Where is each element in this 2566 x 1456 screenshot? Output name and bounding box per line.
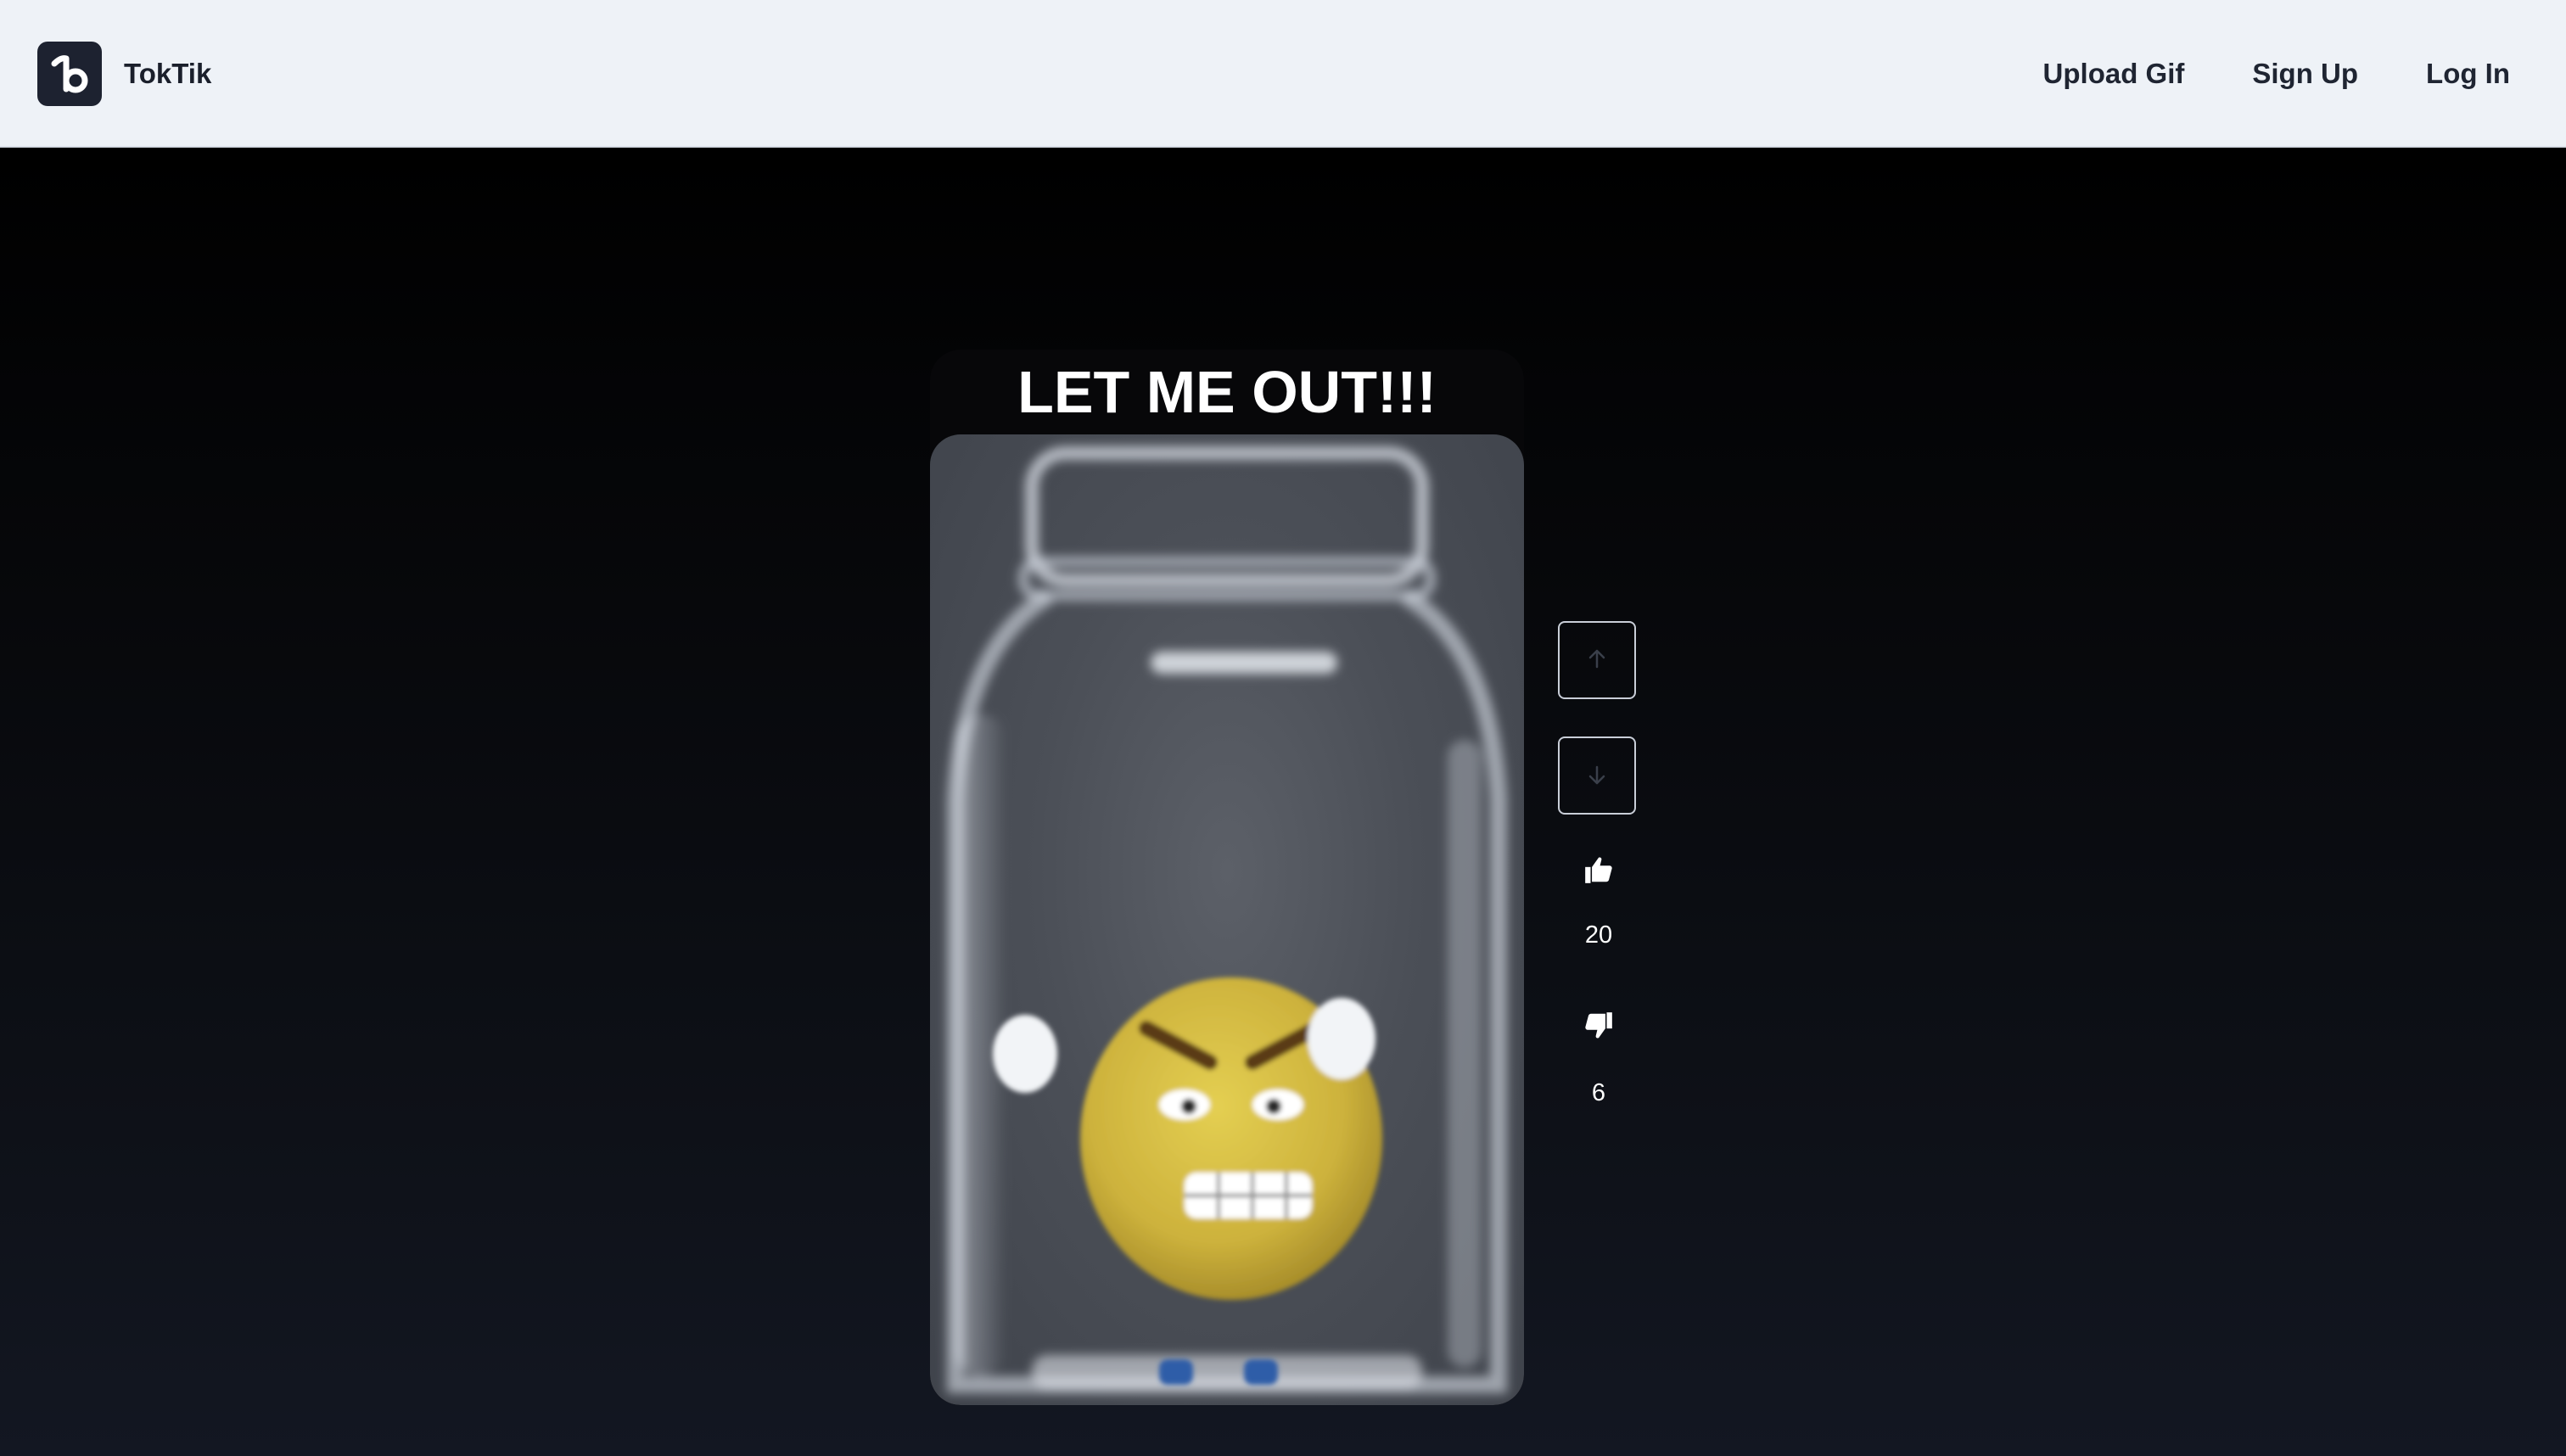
dislike-button[interactable] — [1558, 1008, 1639, 1047]
thumbs-up-icon — [1583, 854, 1615, 890]
post-title: LET ME OUT!!! — [1017, 359, 1437, 425]
top-navbar: TokTik Upload Gif Sign Up Log In — [0, 0, 2566, 148]
sign-up-link[interactable]: Sign Up — [2252, 58, 2358, 90]
like-count: 20 — [1584, 921, 1613, 949]
like-button[interactable] — [1558, 852, 1639, 891]
page: TokTik Upload Gif Sign Up Log In LET ME … — [0, 0, 2566, 1456]
upload-gif-link[interactable]: Upload Gif — [2043, 58, 2185, 90]
log-in-link[interactable]: Log In — [2426, 58, 2510, 90]
next-gif-button[interactable] — [1558, 736, 1636, 815]
brand-home-link[interactable]: TokTik — [37, 41, 211, 107]
gif-post-card: LET ME OUT!!! — [930, 350, 1524, 1405]
thumbs-down-icon — [1583, 1010, 1615, 1046]
dislike-count: 6 — [1591, 1079, 1606, 1106]
header-nav: Upload Gif Sign Up Log In — [2043, 41, 2510, 107]
arrow-down-icon — [1584, 762, 1610, 790]
gif-image — [930, 434, 1524, 1405]
toktik-logo-icon — [37, 42, 102, 106]
feed-stage: LET ME OUT!!! 20 6 — [0, 148, 2566, 1456]
previous-gif-button[interactable] — [1558, 621, 1636, 699]
brand-name: TokTik — [124, 58, 212, 89]
arrow-up-icon — [1584, 647, 1610, 675]
